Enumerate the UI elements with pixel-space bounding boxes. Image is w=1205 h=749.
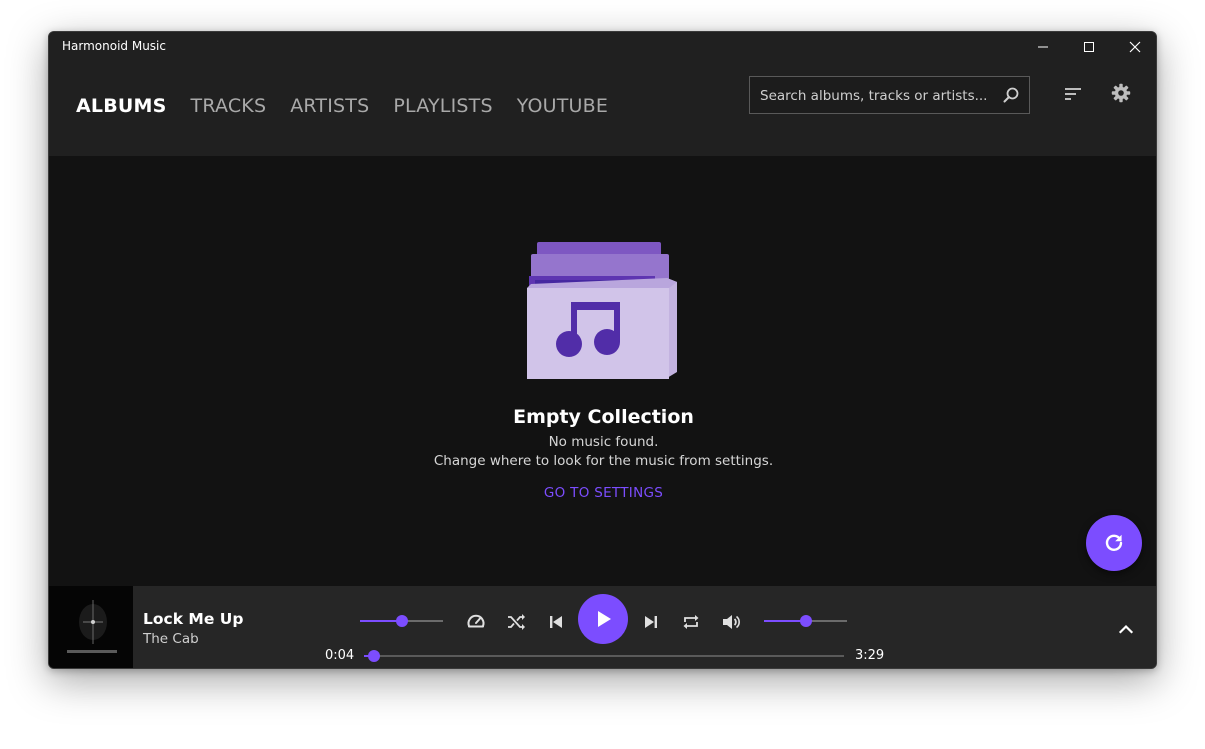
main-content: Empty Collection No music found. Change … [49,156,1156,586]
gear-icon[interactable] [1111,83,1131,103]
seek-bar[interactable] [364,650,844,662]
search-icon[interactable] [1002,86,1020,104]
tab-youtube[interactable]: YOUTUBE [517,95,608,117]
app-title: Harmonoid Music [62,39,166,53]
search-input[interactable]: Search albums, tracks or artists... [749,76,1030,114]
next-button[interactable] [638,609,664,635]
title-bar[interactable]: Harmonoid Music [49,32,1156,62]
volume-slider[interactable] [764,615,847,627]
maximize-button[interactable] [1066,32,1112,62]
album-art[interactable] [49,586,133,668]
minimize-icon [1038,46,1048,48]
search-placeholder: Search albums, tracks or artists... [760,88,988,104]
tab-bar: ALBUMS TRACKS ARTISTS PLAYLISTS YOUTUBE [76,95,632,117]
track-artist[interactable]: The Cab [143,631,199,647]
time-total: 3:29 [855,648,885,663]
app-window: Harmonoid Music ALBUMS TRACKS ARTISTS PL… [48,31,1157,669]
previous-button[interactable] [543,609,569,635]
shuffle-button[interactable] [503,609,529,635]
close-icon [1129,41,1141,53]
time-current: 0:04 [325,648,355,663]
playback-rate-slider[interactable] [360,615,443,627]
expand-player-button[interactable] [1113,616,1139,642]
refresh-icon [1105,534,1123,551]
volume-thumb[interactable] [799,615,812,627]
seek-thumb[interactable] [367,650,380,662]
volume-button[interactable] [718,609,744,635]
empty-message-line-1: No music found. [548,434,659,450]
maximize-icon [1084,42,1094,52]
volume-icon [723,615,740,629]
play-button[interactable] [578,594,628,644]
empty-message-line-2: Change where to look for the music from … [433,453,774,469]
repeat-icon [683,615,699,629]
play-icon [598,611,611,627]
sort-icon[interactable] [1063,86,1083,102]
tab-playlists[interactable]: PLAYLISTS [393,95,492,117]
close-button[interactable] [1112,32,1156,62]
go-to-settings-link[interactable]: GO TO SETTINGS [49,485,1156,501]
tab-tracks[interactable]: TRACKS [191,95,267,117]
shuffle-icon [508,614,525,630]
speed-button[interactable] [463,609,489,635]
speed-icon [467,614,485,628]
now-playing-bar: Lock Me Up The Cab 0:04 3:29 [49,586,1156,668]
track-title: Lock Me Up [143,610,244,628]
refresh-button[interactable] [1086,515,1142,571]
repeat-button[interactable] [678,609,704,635]
chevron-up-icon [1118,624,1134,634]
app-header: ALBUMS TRACKS ARTISTS PLAYLISTS YOUTUBE … [49,62,1156,156]
empty-title: Empty Collection [513,406,694,428]
minimize-button[interactable] [1020,32,1066,62]
next-icon [645,616,657,628]
tab-albums[interactable]: ALBUMS [76,95,167,117]
tab-artists[interactable]: ARTISTS [290,95,369,117]
playback-rate-thumb[interactable] [395,615,408,627]
previous-icon [550,616,562,628]
music-folder-icon [527,242,677,379]
album-art-image [49,586,133,668]
